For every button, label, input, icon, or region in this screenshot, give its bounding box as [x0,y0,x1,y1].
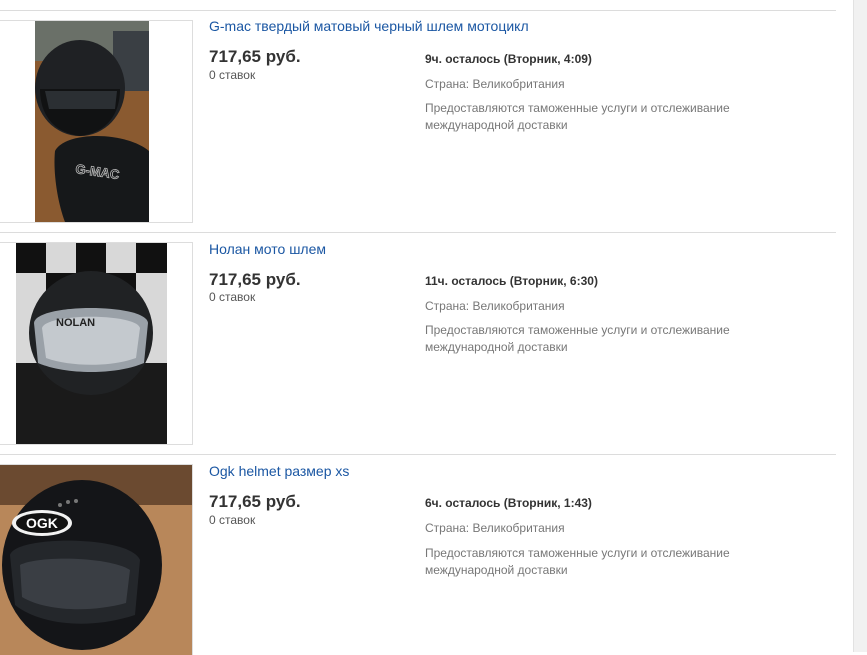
listing-time-left: 11ч. осталось (Вторник, 6:30) [425,274,598,288]
helmet-brand-print: OGK [26,515,58,531]
listing-bids: 0 ставок [209,290,256,304]
listing-shipping-note: Предоставляются таможенные услуги и отсл… [425,101,730,132]
listing-thumbnail[interactable]: NOLAN [0,242,193,445]
listing-country: Страна: Великобритания [425,299,565,313]
listing-price: 717,65 руб. [209,47,301,66]
listing-title-link[interactable]: Ogk helmet размер xs [209,463,349,479]
listing-divider [0,10,836,11]
helmet-photo: G-MAC [35,21,149,222]
listing-title-link[interactable]: Нолан мото шлем [209,241,326,257]
vertical-scrollbar[interactable] [853,0,867,652]
listing-shipping-note: Предоставляются таможенные услуги и отсл… [425,546,730,577]
listing-divider [0,232,836,233]
listing-bids: 0 ставок [209,68,256,82]
listing-bids: 0 ставок [209,513,256,527]
helmet-photo: NOLAN [16,243,167,444]
listing-time-left: 9ч. осталось (Вторник, 4:09) [425,52,592,66]
listing-price: 717,65 руб. [209,270,301,289]
helmet-photo: OGK [0,465,192,655]
listing-price: 717,65 руб. [209,492,301,511]
listing-title-link[interactable]: G-mac твердый матовый черный шлем мотоци… [209,18,529,34]
listing-thumbnail[interactable]: OGK [0,464,193,655]
listing-shipping-note: Предоставляются таможенные услуги и отсл… [425,323,730,354]
listing-thumbnail[interactable]: G-MAC [0,20,193,223]
helmet-brand-print: NOLAN [56,317,95,329]
listing-country: Страна: Великобритания [425,521,565,535]
listing-country: Страна: Великобритания [425,77,565,91]
listing-divider [0,454,836,455]
listing-time-left: 6ч. осталось (Вторник, 1:43) [425,496,592,510]
